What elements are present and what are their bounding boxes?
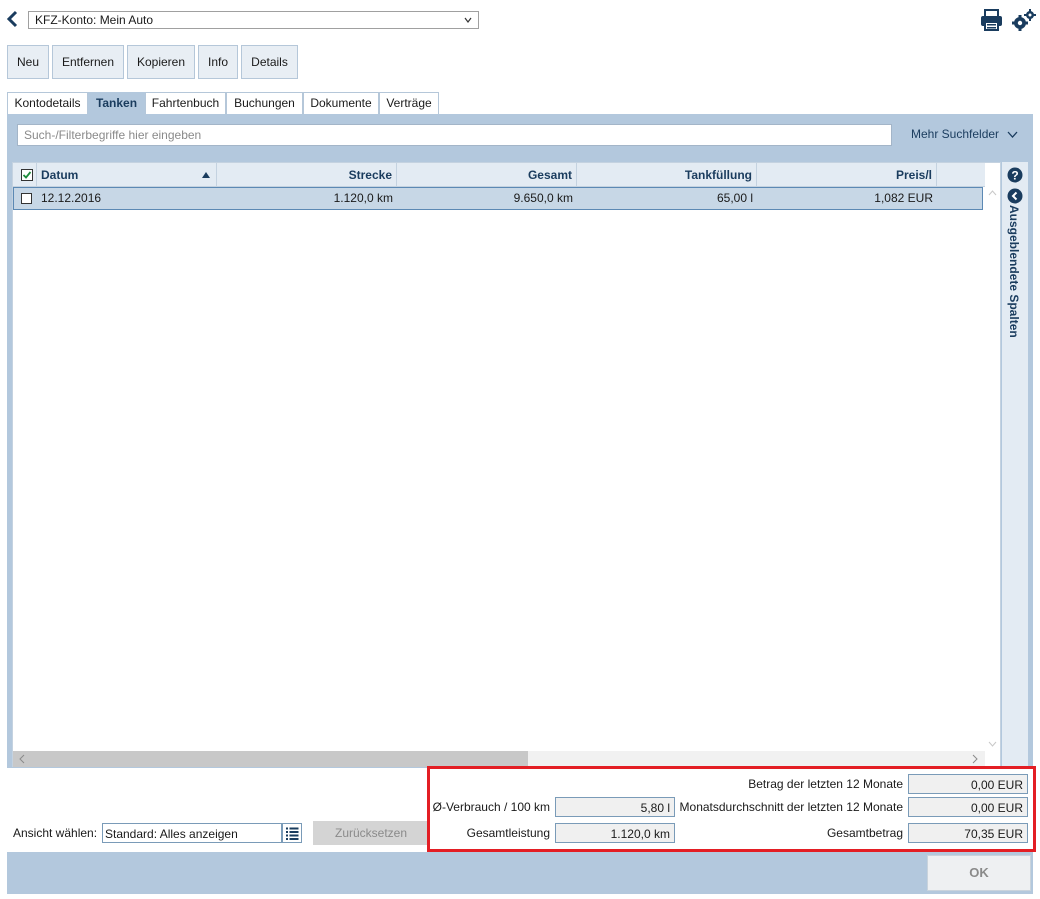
footer-bar — [7, 852, 1033, 894]
remove-button[interactable]: Entfernen — [52, 45, 124, 79]
vertical-scrollbar[interactable] — [985, 187, 1000, 751]
cell-strecke: 1.120,0 km — [333, 191, 393, 205]
cell-preis: 1,082 EUR — [874, 191, 933, 205]
column-header-gesamt[interactable]: Gesamt — [397, 163, 577, 187]
scroll-up-icon[interactable] — [988, 190, 997, 196]
checkbox-checked-icon — [21, 169, 33, 181]
view-label: Ansicht wählen: — [13, 826, 98, 840]
help-icon[interactable]: ? — [1007, 167, 1023, 183]
more-search-fields-label: Mehr Suchfelder — [911, 127, 1000, 141]
back-arrow-icon[interactable] — [6, 10, 20, 28]
cell-gesamt: 9.650,0 km — [513, 191, 573, 205]
reset-button-label: Zurücksetzen — [334, 826, 408, 840]
account-select-value: KFZ-Konto: Mein Auto — [35, 13, 154, 27]
column-header-datum-label: Datum — [41, 168, 79, 182]
reset-button[interactable]: Zurücksetzen — [313, 821, 429, 845]
details-button[interactable]: Details — [241, 45, 298, 79]
view-list-button[interactable] — [282, 823, 302, 843]
settings-gears-icon[interactable] — [1012, 9, 1036, 31]
sort-ascending-icon — [202, 172, 210, 178]
tab-fahrtenbuch[interactable]: Fahrtenbuch — [145, 92, 226, 114]
new-button[interactable]: Neu — [7, 45, 49, 79]
cell-datum: 12.12.2016 — [41, 191, 102, 205]
scroll-down-icon[interactable] — [988, 741, 997, 747]
tab-dokumente[interactable]: Dokumente — [303, 92, 379, 114]
checkbox-icon — [21, 193, 32, 204]
print-icon[interactable] — [980, 9, 1003, 31]
list-icon — [286, 827, 299, 840]
account-select[interactable]: KFZ-Konto: Mein Auto — [28, 11, 479, 29]
scroll-left-icon[interactable] — [19, 754, 25, 764]
cell-tankfuellung: 65,00 l — [716, 191, 753, 205]
chevron-down-icon — [464, 17, 472, 23]
info-button[interactable]: Info — [198, 45, 238, 79]
data-grid — [12, 162, 1001, 767]
chevron-down-icon — [1007, 131, 1018, 138]
highlight-box — [427, 766, 1036, 852]
ok-button[interactable]: OK — [927, 855, 1031, 891]
header-select-all[interactable] — [13, 163, 37, 187]
column-header-preis[interactable]: Preis/l — [757, 163, 937, 187]
tab-tanken[interactable]: Tanken — [88, 92, 145, 114]
svg-text:?: ? — [1011, 169, 1018, 183]
tab-vertraege[interactable]: Verträge — [379, 92, 439, 114]
scroll-right-icon[interactable] — [972, 754, 978, 764]
column-header-tankfuellung[interactable]: Tankfüllung — [577, 163, 757, 187]
search-placeholder: Such-/Filterbegriffe hier eingeben — [24, 128, 202, 142]
tab-buchungen[interactable]: Buchungen — [226, 92, 303, 114]
chevron-left-circle-icon[interactable] — [1007, 188, 1023, 204]
search-input[interactable]: Such-/Filterbegriffe hier eingeben — [17, 124, 892, 146]
hidden-columns-label[interactable]: Ausgeblendete Spalten — [1004, 205, 1024, 345]
horizontal-scrollbar-thumb[interactable] — [13, 751, 528, 767]
copy-button[interactable]: Kopieren — [127, 45, 195, 79]
more-search-fields-link[interactable]: Mehr Suchfelder — [911, 127, 1018, 141]
view-select[interactable]: Standard: Alles anzeigen — [102, 823, 282, 843]
column-header-strecke[interactable]: Strecke — [217, 163, 397, 187]
tab-kontodetails[interactable]: Kontodetails — [7, 92, 88, 114]
row-checkbox[interactable] — [13, 187, 37, 210]
column-header-datum[interactable]: Datum — [37, 163, 217, 187]
